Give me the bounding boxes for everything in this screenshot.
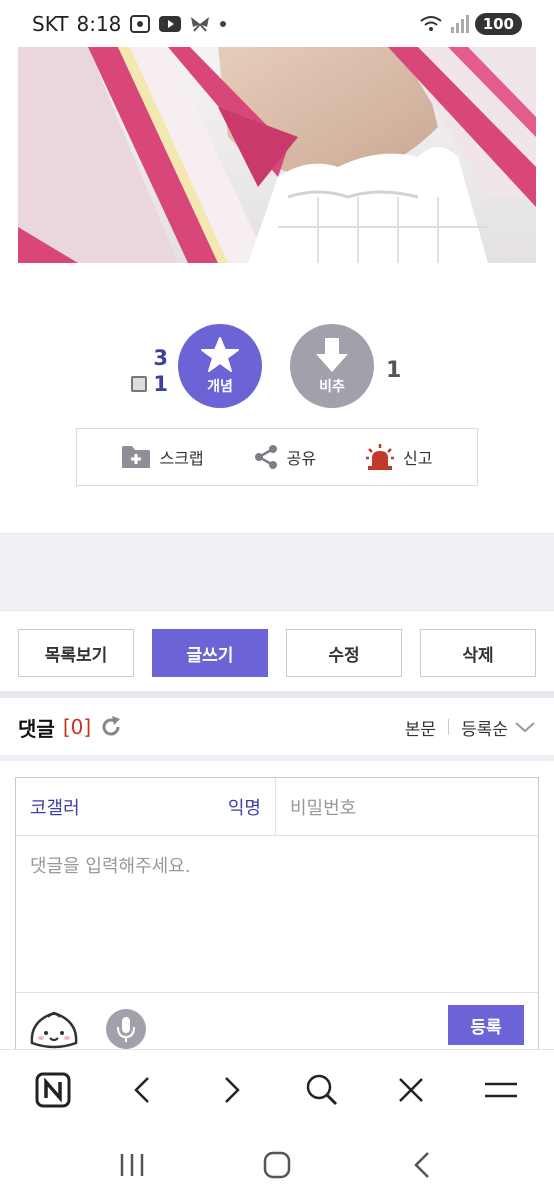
close-icon[interactable] xyxy=(386,1065,436,1115)
comment-title: 댓글 xyxy=(18,716,55,741)
recent-apps-icon[interactable] xyxy=(107,1140,157,1190)
share-label: 공유 xyxy=(286,449,317,468)
forward-icon[interactable] xyxy=(207,1065,257,1115)
naver-home-icon[interactable] xyxy=(28,1065,78,1115)
up-vote-count: 3 xyxy=(153,346,168,370)
comment-header: 댓글 [0] 본문 등록순 xyxy=(0,704,554,750)
comment-input[interactable]: 댓글을 입력해주세요. xyxy=(16,836,538,992)
search-icon[interactable] xyxy=(297,1065,347,1115)
status-bar: SKT 8:18 100 xyxy=(0,0,554,48)
screenshot-icon xyxy=(129,14,151,34)
upvote-label: 개념 xyxy=(207,379,233,395)
battery-indicator: 100 xyxy=(474,13,522,35)
comment-count: [0] xyxy=(62,715,92,739)
signal-icon xyxy=(449,15,469,33)
mobile-vote-icon xyxy=(131,376,148,392)
dccon-button[interactable] xyxy=(28,1007,80,1055)
submit-comment-button[interactable]: 등록 xyxy=(448,1005,524,1045)
menu-icon[interactable] xyxy=(476,1065,526,1115)
nickname-field[interactable]: 코갤러 익명 xyxy=(16,778,276,835)
list-button[interactable]: 목록보기 xyxy=(18,629,134,677)
dot-icon xyxy=(219,20,227,28)
anonymous-label: 익명 xyxy=(227,797,261,819)
dumpling-emoji-icon xyxy=(30,1011,78,1049)
delete-button[interactable]: 삭제 xyxy=(420,629,536,677)
divider xyxy=(0,691,554,698)
chevron-down-icon[interactable] xyxy=(514,720,536,734)
options-separator xyxy=(448,719,450,735)
report-label: 신고 xyxy=(403,449,433,468)
report-button[interactable]: 신고 xyxy=(365,443,433,471)
comment-form: 코갤러 익명 비밀번호 댓글을 입력해주세요. 등록 xyxy=(15,777,539,1067)
star-icon xyxy=(201,337,239,372)
edit-button[interactable]: 수정 xyxy=(286,629,402,677)
divider xyxy=(0,755,554,761)
up-vote-counts: 3 1 xyxy=(128,346,168,396)
microphone-icon xyxy=(117,1017,135,1042)
carrier-label: SKT xyxy=(32,12,69,36)
back-icon[interactable] xyxy=(117,1065,167,1115)
wifi-icon xyxy=(419,15,443,33)
browser-toolbar xyxy=(0,1049,554,1129)
view-body-button[interactable]: 본문 xyxy=(405,715,436,740)
refresh-icon[interactable] xyxy=(99,715,123,739)
downvote-button[interactable]: 비추 xyxy=(290,324,374,408)
folder-plus-icon xyxy=(122,446,151,468)
youtube-icon xyxy=(159,16,182,32)
post-actions: 스크랩 공유 신고 xyxy=(76,428,478,486)
arrow-down-icon xyxy=(316,338,348,372)
nickname-value: 코갤러 xyxy=(30,797,80,819)
system-back-icon[interactable] xyxy=(397,1140,447,1190)
siren-icon xyxy=(366,444,395,470)
upvote-button[interactable]: 개념 xyxy=(178,324,262,408)
downvote-label: 비추 xyxy=(319,379,345,395)
clock: 8:18 xyxy=(76,12,122,36)
share-icon xyxy=(254,445,277,469)
down-vote-count: 1 xyxy=(386,358,402,383)
post-buttons: 목록보기 글쓰기 수정 삭제 xyxy=(18,629,536,677)
write-button[interactable]: 글쓰기 xyxy=(152,629,268,677)
separator-band xyxy=(0,533,554,611)
sort-dropdown[interactable]: 등록순 xyxy=(461,715,508,740)
voice-button[interactable] xyxy=(106,1009,146,1049)
home-icon[interactable] xyxy=(252,1140,302,1190)
password-field[interactable]: 비밀번호 xyxy=(276,778,538,835)
butterfly-icon xyxy=(189,15,211,33)
scrap-button[interactable]: 스크랩 xyxy=(121,444,204,470)
system-nav xyxy=(0,1129,554,1200)
scrap-label: 스크랩 xyxy=(159,449,204,468)
post-photo[interactable] xyxy=(18,47,536,263)
mobile-up-vote-count: 1 xyxy=(153,372,168,396)
share-button[interactable]: 공유 xyxy=(253,444,316,470)
vote-area: 3 1 개념 비추 1 xyxy=(0,322,554,412)
